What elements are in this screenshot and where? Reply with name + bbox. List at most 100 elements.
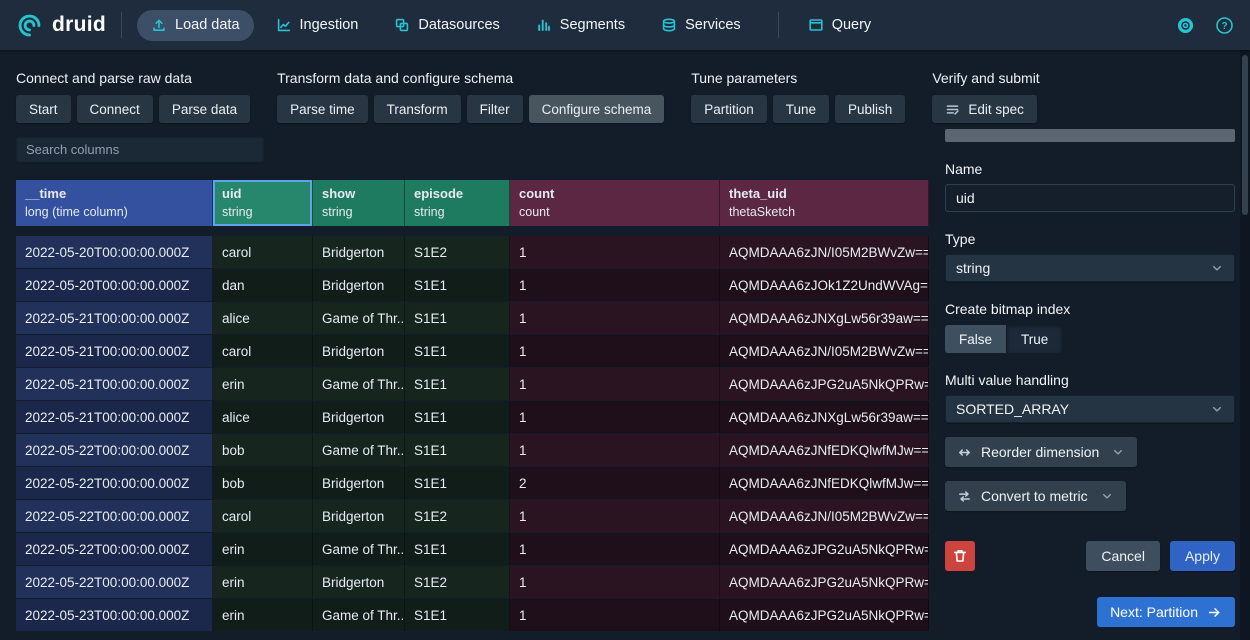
reorder-dimension-button[interactable]: Reorder dimension xyxy=(945,437,1137,467)
table-cell: erin xyxy=(213,368,313,400)
services-icon xyxy=(661,17,677,33)
column-type: count xyxy=(519,204,710,220)
workflow-steps: Connect and parse raw data StartConnect Pa… xyxy=(0,50,1250,123)
nav-item-segments[interactable]: Segments xyxy=(522,10,639,41)
type-select[interactable]: string xyxy=(945,254,1235,282)
table-cell: erin xyxy=(213,533,313,565)
table-cell: 2022-05-23T00:00:00.000Z xyxy=(16,599,213,631)
column-type: string xyxy=(322,204,395,220)
table-cell: AQMDAAA6zJNfEDKQlwfMJw== xyxy=(720,434,929,466)
nav-item-label: Load data xyxy=(175,17,240,33)
table-cell: 2 xyxy=(510,467,720,499)
column-header-theta-uid[interactable]: theta_uidthetaSketch xyxy=(720,180,929,226)
table-cell: Bridgerton xyxy=(313,467,405,499)
convert-to-metric-label: Convert to metric xyxy=(981,488,1088,504)
column-header-episode[interactable]: episodestring xyxy=(405,180,510,226)
table-cell: dan xyxy=(213,269,313,301)
table-cell: S1E1 xyxy=(405,533,510,565)
convert-to-metric-button[interactable]: Convert to metric xyxy=(945,481,1126,511)
table-row: 2022-05-21T00:00:00.000ZaliceGame of Thr… xyxy=(16,302,929,334)
step-button-label: Parse time xyxy=(290,102,355,117)
step-button-label: Publish xyxy=(848,102,892,117)
table-cell: AQMDAAA6zJN/I05M2BWvZw== xyxy=(720,335,929,367)
nav-item-load-data[interactable]: Load data xyxy=(137,10,254,41)
next-partition-label: Next: Partition xyxy=(1110,604,1198,620)
step-group-label: Connect and parse raw data xyxy=(16,70,250,86)
step-transform-button[interactable]: Transform xyxy=(374,95,461,123)
bitmap-index-segmented: FalseTrue xyxy=(945,325,1062,353)
nav-item-label: Ingestion xyxy=(300,17,359,33)
column-header-count[interactable]: countcount xyxy=(510,180,720,226)
apply-button[interactable]: Apply xyxy=(1170,541,1235,571)
table-cell: AQMDAAA6zJNXgLw56r39aw== xyxy=(720,401,929,433)
column-header-time[interactable]: __timelong (time column) xyxy=(16,180,213,226)
nav-item-ingestion[interactable]: Ingestion xyxy=(262,10,373,41)
table-cell: AQMDAAA6zJPG2uA5NkQPRw== xyxy=(720,533,929,565)
convert-icon xyxy=(957,489,972,504)
table-row: 2022-05-20T00:00:00.000ZcarolBridgertonS… xyxy=(16,236,929,268)
nav-item-datasources[interactable]: Datasources xyxy=(380,10,513,41)
name-input[interactable] xyxy=(945,184,1235,212)
table-cell: S1E2 xyxy=(405,500,510,532)
table-cell: 1 xyxy=(510,533,720,565)
edit-spec-icon xyxy=(945,102,960,117)
step-configure-schema-button[interactable]: Configure schema xyxy=(529,95,665,123)
step-start-button[interactable]: Start xyxy=(16,95,71,123)
gear-icon[interactable] xyxy=(1176,16,1195,35)
table-cell: 2022-05-22T00:00:00.000Z xyxy=(16,500,213,532)
table-header-row: __timelong (time column)uidstringshowstr… xyxy=(16,180,929,226)
table-row: 2022-05-21T00:00:00.000ZcarolBridgertonS… xyxy=(16,335,929,367)
table-cell: S1E1 xyxy=(405,368,510,400)
step-button-label: Parse data xyxy=(172,102,237,117)
step-parse-time-button[interactable]: Parse time xyxy=(277,95,368,123)
table-row: 2022-05-22T00:00:00.000ZcarolBridgertonS… xyxy=(16,500,929,532)
table-cell: erin xyxy=(213,599,313,631)
table-cell: AQMDAAA6zJPG2uA5NkQPRw== xyxy=(720,566,929,598)
cancel-button[interactable]: Cancel xyxy=(1086,541,1160,571)
type-select-value: string xyxy=(956,260,990,276)
step-partition-button[interactable]: Partition xyxy=(691,95,767,123)
page-scrollbar-thumb[interactable] xyxy=(1242,55,1248,215)
table-cell: Game of Thr... xyxy=(313,533,405,565)
step-parse-data-button[interactable]: Parse data xyxy=(159,95,250,123)
chevron-down-icon xyxy=(1210,402,1224,416)
step-filter-button[interactable]: Filter xyxy=(467,95,523,123)
step-group-tune-parameters: Tune parametersPartitionTunePublish xyxy=(691,70,905,123)
column-header-show[interactable]: showstring xyxy=(313,180,405,226)
step-tune-button[interactable]: Tune xyxy=(773,95,829,123)
bitmap-index-label: Create bitmap index xyxy=(945,301,1235,317)
bitmap-index-false-button[interactable]: False xyxy=(945,325,1006,353)
navbar-actions: ? xyxy=(1176,16,1234,35)
help-icon[interactable]: ? xyxy=(1215,16,1234,35)
step-buttons: Parse time TransformFilterConfigure schem… xyxy=(277,95,664,123)
brand[interactable]: druid xyxy=(16,12,106,39)
column-type: thetaSketch xyxy=(729,204,919,220)
multi-value-select-value: SORTED_ARRAY xyxy=(956,401,1069,417)
next-partition-button[interactable]: Next: Partition xyxy=(1097,597,1235,627)
step-publish-button[interactable]: Publish xyxy=(835,95,905,123)
column-name: uid xyxy=(222,185,303,204)
step-buttons: PartitionTune Publish xyxy=(691,95,905,123)
table-cell: Bridgerton xyxy=(313,269,405,301)
nav-item-services[interactable]: Services xyxy=(647,10,755,41)
column-name: episode xyxy=(414,185,500,204)
page-scrollbar[interactable] xyxy=(1240,50,1250,640)
delete-dimension-button[interactable] xyxy=(945,541,975,571)
step-connect-button[interactable]: Connect xyxy=(77,95,153,123)
table-cell: Game of Thr... xyxy=(313,434,405,466)
nav-item-label: Query xyxy=(832,17,872,33)
multi-value-select[interactable]: SORTED_ARRAY xyxy=(945,395,1235,423)
search-columns-input[interactable] xyxy=(16,136,264,162)
nav-item-query[interactable]: Query xyxy=(794,10,886,41)
step-edit-spec-button[interactable]: Edit spec xyxy=(932,95,1037,123)
table-cell: S1E2 xyxy=(405,236,510,268)
table-row: 2022-05-22T00:00:00.000ZerinGame of Thr.… xyxy=(16,533,929,565)
column-name: theta_uid xyxy=(729,185,919,204)
table-cell: 2022-05-21T00:00:00.000Z xyxy=(16,302,213,334)
table-cell: 1 xyxy=(510,434,720,466)
reorder-dimension-label: Reorder dimension xyxy=(981,444,1099,460)
table-cell: S1E1 xyxy=(405,302,510,334)
bitmap-index-true-button[interactable]: True xyxy=(1007,325,1062,353)
column-name: __time xyxy=(25,185,203,204)
column-header-uid[interactable]: uidstring xyxy=(213,180,313,226)
